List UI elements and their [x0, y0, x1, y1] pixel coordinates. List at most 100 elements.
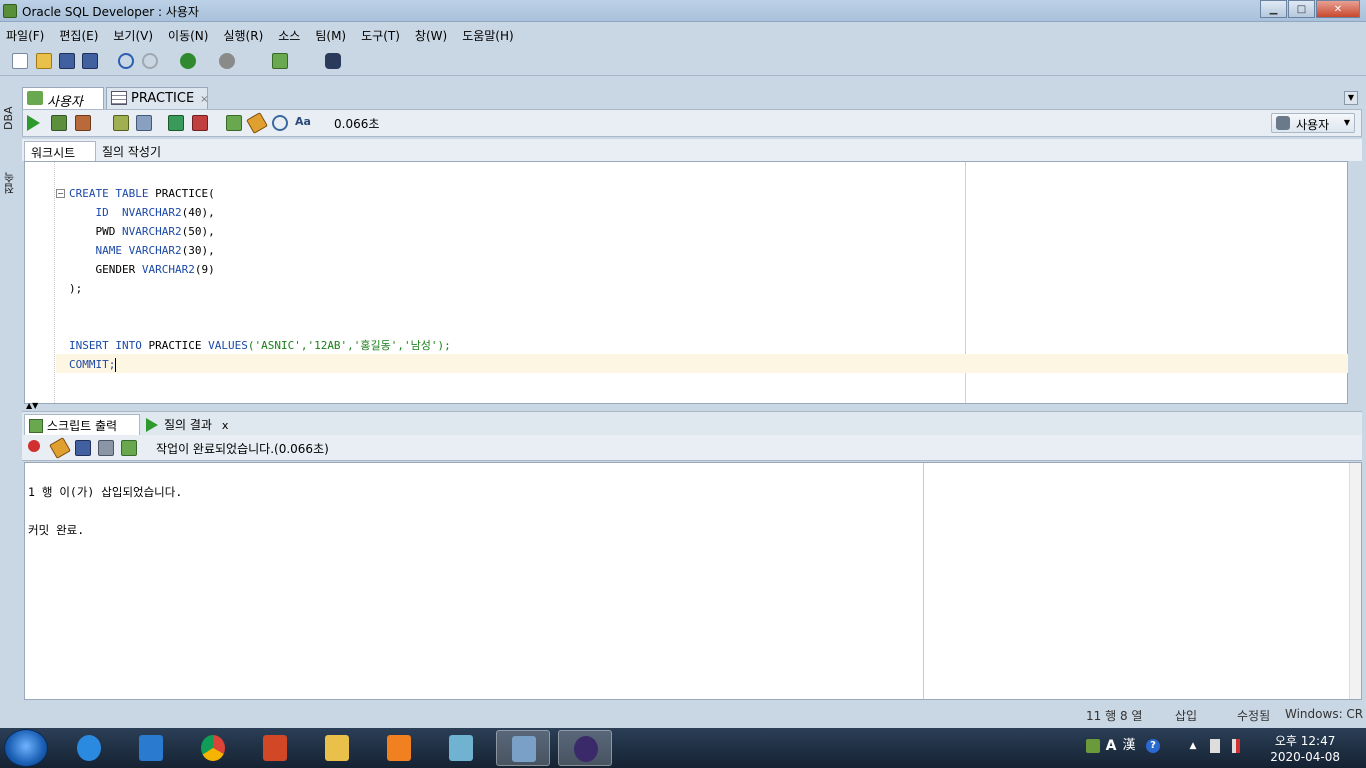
tab-query-builder[interactable]: 질의 작성기 [96, 141, 186, 161]
editor-gutter [25, 162, 55, 403]
sql-editor[interactable]: − CREATE TABLE PRACTICE( ID NVARCHAR2(40… [24, 161, 1348, 404]
usb-icon[interactable] [1210, 739, 1220, 753]
system-tray: A 漢 ? ▲ 오후 12:47 2020-04-08 [1076, 728, 1366, 768]
tab-script-output[interactable]: 스크립트 출력 x [24, 414, 140, 448]
run-script-icon[interactable] [51, 115, 67, 131]
help-icon[interactable]: ? [1146, 739, 1160, 753]
media-player-icon [387, 735, 411, 761]
execution-timing: 0.066초 [334, 117, 380, 131]
menu-window[interactable]: 창(W) [415, 27, 447, 44]
clock[interactable]: 오후 12:47 2020-04-08 [1270, 733, 1340, 765]
connection-select[interactable]: 사용자 ▼ [1271, 113, 1355, 133]
editor-toolbar: Aa 0.066초 사용자 ▼ [22, 109, 1362, 137]
output-scrollbar[interactable] [1349, 463, 1361, 699]
title-bar: Oracle SQL Developer : 사용자 ▁ □ ✕ [0, 0, 1366, 22]
close-tab-icon[interactable]: × [200, 94, 208, 105]
panel-splitter[interactable]: ▲▼ [22, 401, 1366, 410]
close-button[interactable]: ✕ [1316, 0, 1360, 18]
menu-navigate[interactable]: 이동(N) [168, 27, 208, 44]
tab-list-dropdown-icon[interactable]: ▼ [1344, 91, 1358, 105]
minimize-button[interactable]: ▁ [1260, 0, 1287, 18]
menu-help[interactable]: 도움말(H) [462, 27, 514, 44]
explain-plan-icon[interactable] [113, 115, 129, 131]
sql-tuning-icon[interactable] [136, 115, 152, 131]
menu-run[interactable]: 실행(R) [223, 27, 263, 44]
commit-icon[interactable] [168, 115, 184, 131]
notepad-icon [449, 735, 473, 761]
taskbar-powerpoint[interactable] [248, 730, 302, 766]
output-divider [923, 463, 924, 699]
taskbar: A 漢 ? ▲ 오후 12:47 2020-04-08 [0, 728, 1366, 768]
menu-tools[interactable]: 도구(T) [361, 27, 400, 44]
start-button[interactable] [4, 729, 48, 767]
output-line-2: 커밋 완료. [28, 523, 85, 537]
save-icon[interactable] [59, 53, 75, 69]
tab-practice[interactable]: PRACTICE × [106, 87, 209, 109]
volume-mute-icon[interactable] [1232, 739, 1240, 753]
ime-mode-a[interactable]: A [1104, 739, 1118, 753]
script-output-pane[interactable]: 1 행 이(가) 삽입되었습니다. 커밋 완료. [24, 462, 1362, 700]
run-statement-icon[interactable] [27, 115, 40, 131]
tab-query-result[interactable]: 질의 결과 x [142, 414, 238, 436]
sqldeveloper-icon [512, 736, 536, 762]
menu-source[interactable]: 소스 [278, 27, 300, 44]
ie-icon [77, 735, 101, 761]
splitter-arrows-icon[interactable]: ▲▼ [26, 401, 38, 410]
binoculars-icon[interactable] [325, 53, 341, 69]
print-icon[interactable] [98, 440, 114, 456]
side-tab-connections[interactable]: 접속 [2, 168, 18, 198]
taskbar-media[interactable] [372, 730, 426, 766]
output-tabs: 스크립트 출력 x 질의 결과 x [22, 411, 1362, 448]
save-all-icon[interactable] [82, 53, 98, 69]
text-caret [115, 358, 117, 372]
taskbar-sqldeveloper[interactable] [496, 730, 550, 766]
tab-user[interactable]: 사용자× [22, 87, 104, 124]
undo-icon[interactable] [118, 53, 134, 69]
maximize-button[interactable]: □ [1288, 0, 1315, 18]
history-clock-icon[interactable] [272, 115, 288, 131]
taskbar-explorer[interactable] [310, 730, 364, 766]
taskbar-notepad[interactable] [434, 730, 488, 766]
fold-collapse-icon[interactable]: − [56, 189, 65, 198]
forward-icon[interactable] [219, 53, 235, 69]
table-icon [111, 91, 127, 105]
script-output-icon [29, 419, 43, 433]
open-folder-icon[interactable] [36, 53, 52, 69]
show-hidden-icons[interactable]: ▲ [1186, 739, 1200, 753]
status-bar: 11 행 8 열 삽입 수정됨 Windows: CR [0, 703, 1366, 727]
tab-script-output-label: 스크립트 출력 [47, 419, 118, 433]
rollback-icon[interactable] [192, 115, 208, 131]
taskbar-vscode[interactable] [124, 730, 178, 766]
side-tab-dba[interactable]: DBA [2, 98, 18, 138]
sql-history-icon[interactable] [226, 115, 242, 131]
sql-icon [27, 91, 43, 105]
pin-icon[interactable] [28, 440, 40, 452]
run-triangle-icon [146, 418, 158, 432]
taskbar-ie[interactable] [62, 730, 116, 766]
eraser-icon[interactable] [49, 437, 71, 459]
menu-edit[interactable]: 편집(E) [59, 27, 98, 44]
chevron-down-icon: ▼ [1343, 118, 1350, 127]
taskbar-chrome[interactable] [186, 730, 240, 766]
taskbar-eclipse[interactable] [558, 730, 612, 766]
tab-query-result-label: 질의 결과 [164, 418, 212, 432]
ime-mode-hanja[interactable]: 漢 [1122, 739, 1136, 753]
menu-team[interactable]: 팀(M) [315, 27, 346, 44]
run-autotrace-icon[interactable] [75, 115, 91, 131]
close-tab-icon[interactable]: x [222, 419, 229, 432]
output-toolbar: 작업이 완료되었습니다.(0.066초) [22, 435, 1362, 461]
menu-view[interactable]: 보기(V) [113, 27, 153, 44]
back-icon[interactable] [180, 53, 196, 69]
script-output-icon[interactable] [121, 440, 137, 456]
tab-worksheet[interactable]: 워크시트 [24, 141, 96, 161]
clock-date: 2020-04-08 [1270, 750, 1340, 764]
save-icon[interactable] [75, 440, 91, 456]
format-case-icon[interactable]: Aa [295, 115, 311, 131]
sql-worksheet-icon[interactable] [272, 53, 288, 69]
clear-eraser-icon[interactable] [246, 112, 268, 134]
code-line-4: NAME VARCHAR2(30), [95, 244, 215, 257]
menu-file[interactable]: 파일(F) [6, 27, 44, 44]
code-line-5: GENDER VARCHAR2(9) [95, 263, 215, 276]
new-file-icon[interactable] [12, 53, 28, 69]
language-bar-icon[interactable] [1086, 739, 1100, 753]
